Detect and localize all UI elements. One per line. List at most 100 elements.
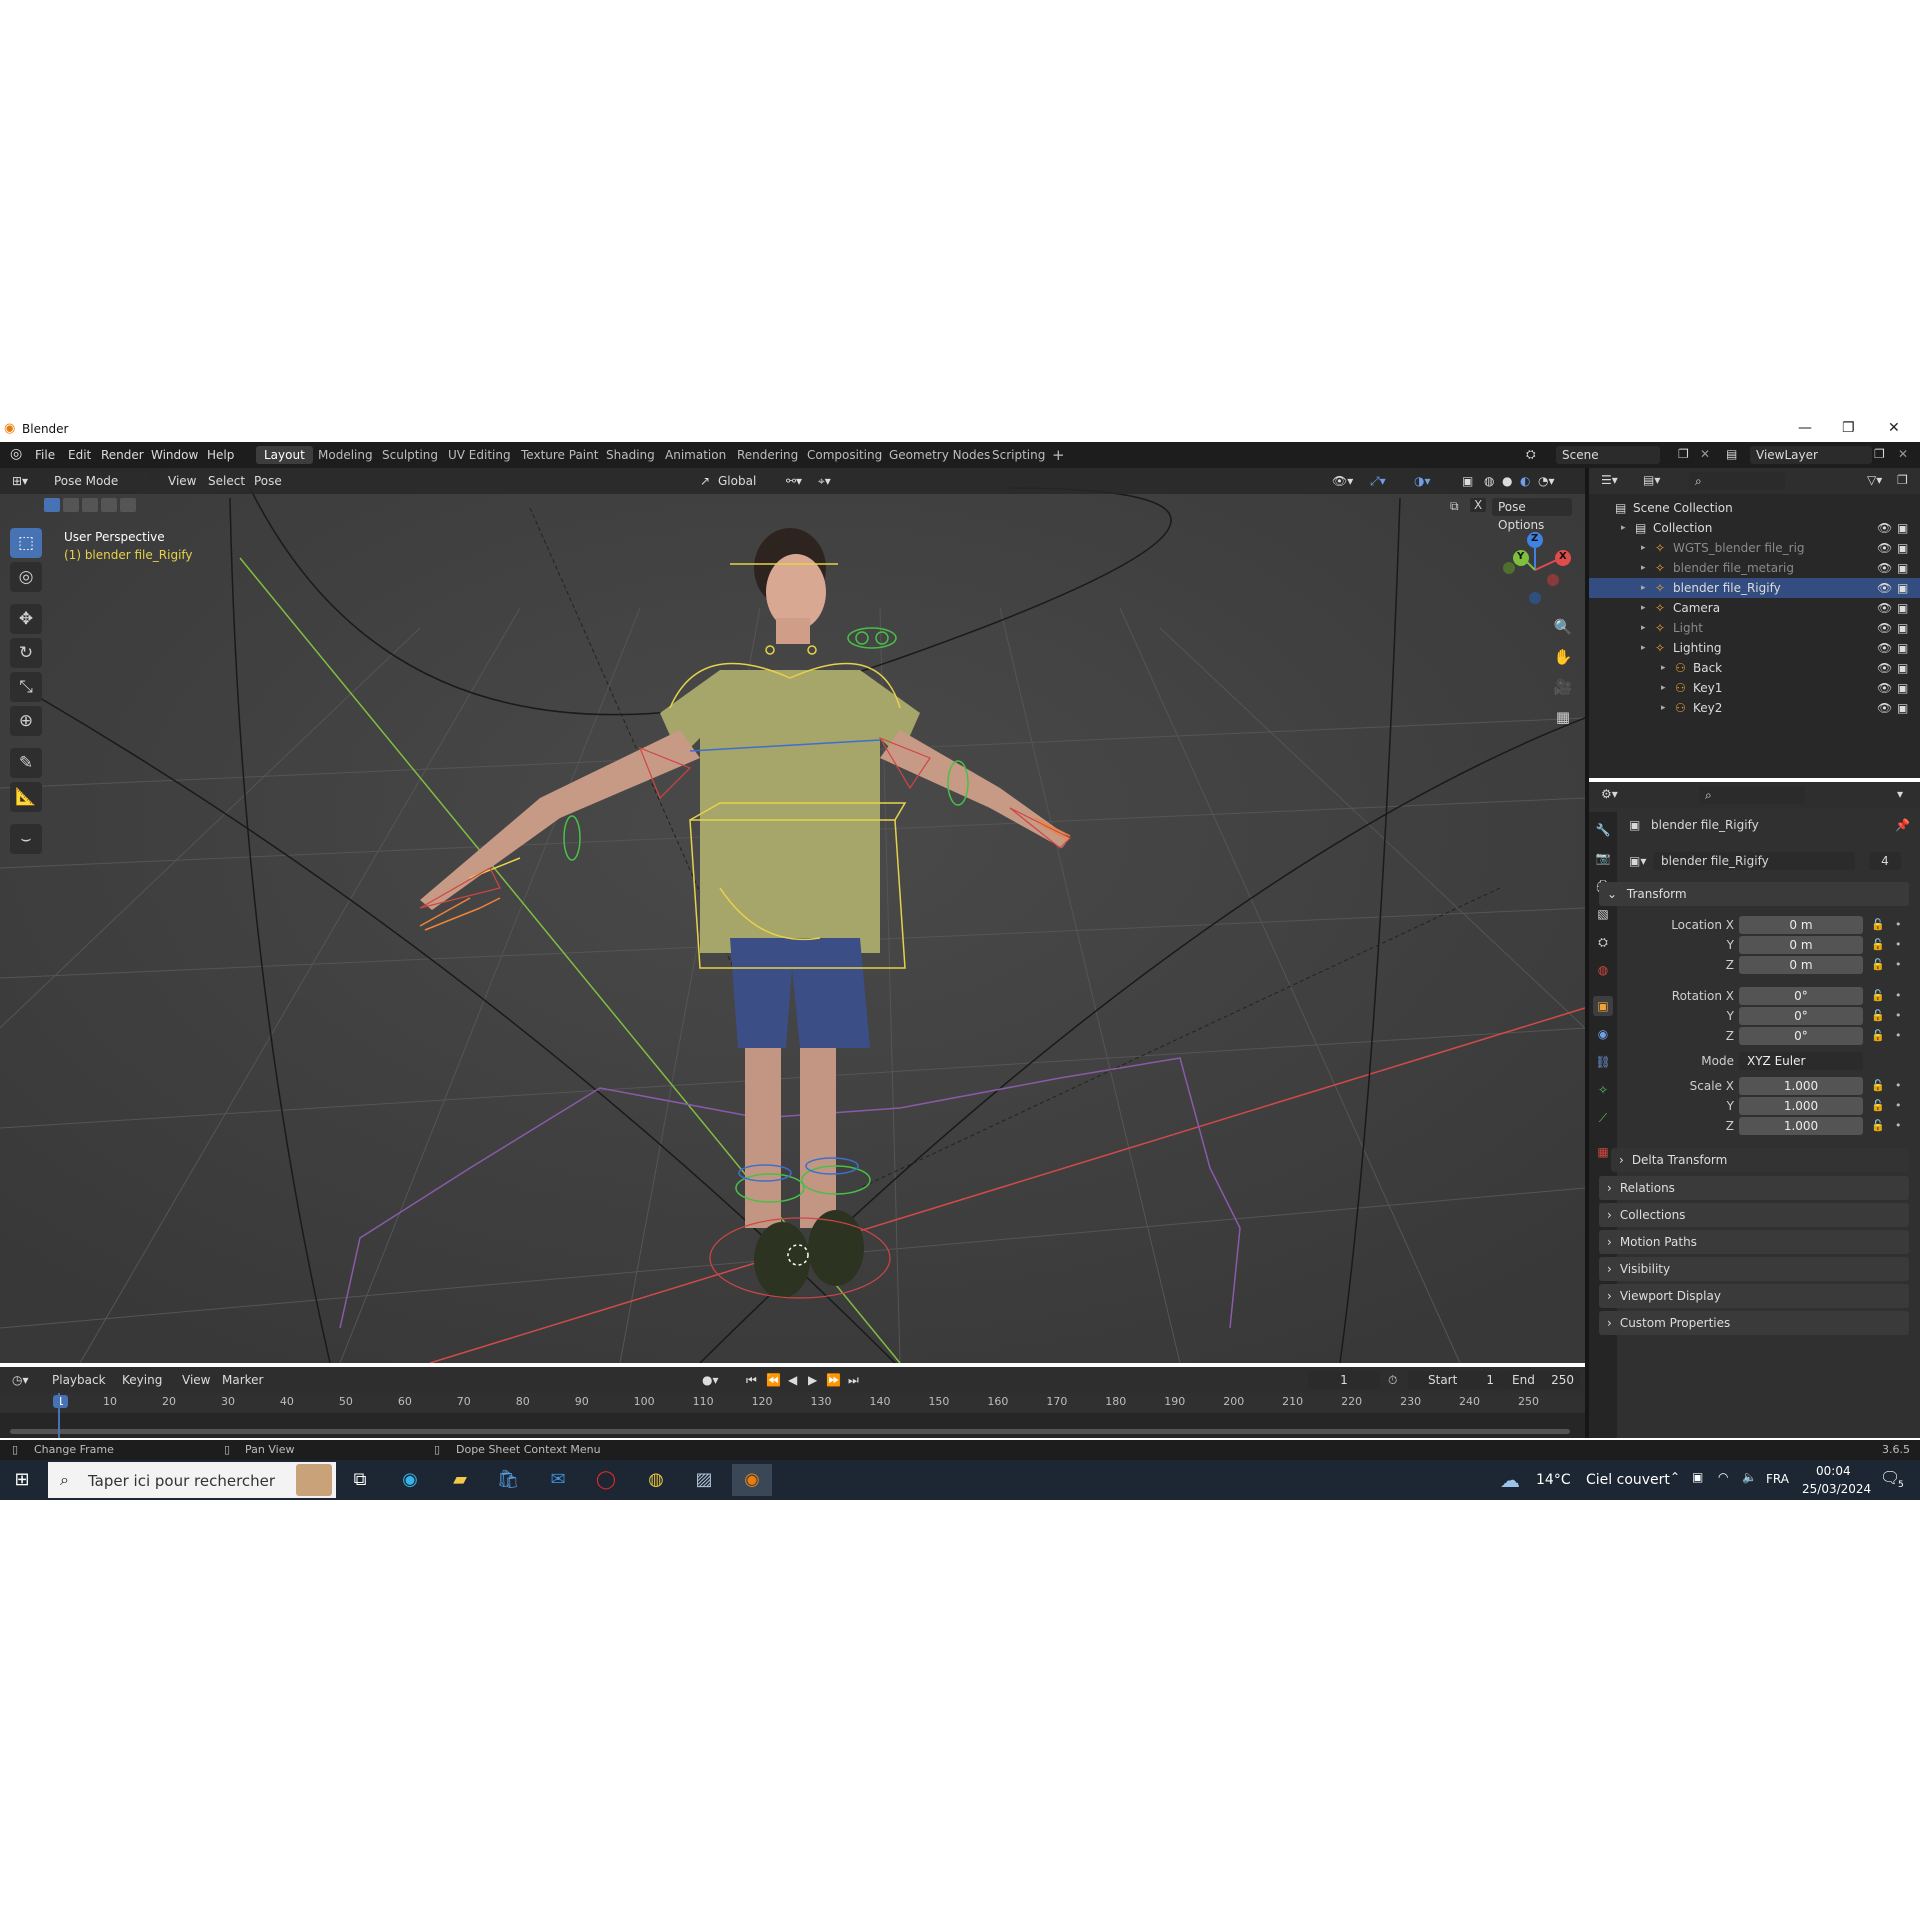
perspective-toggle-icon[interactable]: ▦ bbox=[1550, 704, 1576, 730]
outliner-row[interactable]: ▸ ✧ Camera 👁 ▣ bbox=[1589, 598, 1920, 618]
viewport-menu-select[interactable]: Select bbox=[208, 472, 245, 490]
select-extend-icon[interactable] bbox=[63, 498, 79, 512]
tray-chevron-icon[interactable]: ⌃ bbox=[1670, 1470, 1680, 1484]
chrome-icon[interactable]: ◍ bbox=[636, 1464, 676, 1496]
texture-tab-icon[interactable]: ▦ bbox=[1593, 1142, 1613, 1162]
clock-time[interactable]: 00:04 bbox=[1816, 1464, 1851, 1478]
select-new-icon[interactable] bbox=[44, 498, 60, 512]
expand-arrow-icon[interactable]: ▸ bbox=[1641, 538, 1646, 558]
keyframe-dot-icon[interactable]: • bbox=[1895, 1029, 1902, 1042]
subpanel-header[interactable]: › Relations bbox=[1599, 1176, 1909, 1200]
file-explorer-icon[interactable]: ▰ bbox=[440, 1464, 480, 1496]
keyframe-dot-icon[interactable]: • bbox=[1895, 958, 1902, 971]
visibility-eye-icon[interactable]: 👁 bbox=[1877, 678, 1892, 698]
scale-z-field[interactable]: 1.000 bbox=[1739, 1117, 1863, 1135]
delete-scene-icon[interactable]: ✕ bbox=[1700, 447, 1710, 461]
rotation-y-field[interactable]: 0° bbox=[1739, 1007, 1863, 1025]
outliner-row[interactable]: ▸ ✧ Lighting 👁 ▣ bbox=[1589, 638, 1920, 658]
new-view-layer-icon[interactable]: ❐ bbox=[1874, 447, 1885, 461]
lock-icon[interactable]: 🔓 bbox=[1871, 1079, 1885, 1092]
volume-icon[interactable]: 🔈 bbox=[1742, 1470, 1757, 1484]
render-camera-icon[interactable]: ▣ bbox=[1897, 538, 1908, 558]
outliner-filter-icon[interactable]: ▽▾ bbox=[1867, 473, 1882, 487]
clock-date[interactable]: 25/03/2024 bbox=[1802, 1482, 1871, 1496]
lock-icon[interactable]: 🔓 bbox=[1871, 1119, 1885, 1132]
transform-panel-header[interactable]: ⌄ Transform bbox=[1599, 882, 1909, 906]
keyframe-dot-icon[interactable]: • bbox=[1895, 1009, 1902, 1022]
view-layer-icon[interactable]: ▤ bbox=[1726, 447, 1737, 461]
outliner-row[interactable]: ▸ ✧ blender file_Rigify 👁 ▣ bbox=[1589, 578, 1920, 598]
rotation-x-field[interactable]: 0° bbox=[1739, 987, 1863, 1005]
visibility-eye-icon[interactable]: 👁 bbox=[1877, 558, 1892, 578]
menu-window[interactable]: Window bbox=[151, 448, 198, 462]
subpanel-header[interactable]: › Motion Paths bbox=[1599, 1230, 1909, 1254]
minimize-icon[interactable]: — bbox=[1798, 420, 1812, 436]
keyframe-dot-icon[interactable]: • bbox=[1895, 1119, 1902, 1132]
tab-shading[interactable]: Shading bbox=[598, 446, 663, 464]
lock-icon[interactable]: 🔓 bbox=[1871, 1009, 1885, 1022]
jump-keyframe-back-icon[interactable]: ⏪ bbox=[766, 1371, 781, 1389]
datablock-icon[interactable]: ▣▾ bbox=[1629, 854, 1646, 868]
pivot-point-icon[interactable]: ⚯▾ bbox=[786, 472, 802, 490]
subpanel-header[interactable]: › Viewport Display bbox=[1599, 1284, 1909, 1308]
scale-tool[interactable]: ⤡ bbox=[10, 672, 42, 702]
shading-rendered-icon[interactable]: ◔▾ bbox=[1538, 472, 1555, 490]
scene-tab-icon[interactable]: ⛭ bbox=[1593, 932, 1613, 952]
pin-icon[interactable]: 📌 bbox=[1895, 818, 1910, 832]
frame-ruler[interactable]: 1 10 20 30 40 50 60 70 80 90 100 110 120 130 140 150 160… bbox=[0, 1393, 1585, 1413]
render-camera-icon[interactable]: ▣ bbox=[1897, 638, 1908, 658]
new-scene-icon[interactable]: ❐ bbox=[1678, 447, 1689, 461]
outliner-row[interactable]: ▤ Scene Collection bbox=[1589, 498, 1920, 518]
timeline-scrollbar[interactable] bbox=[10, 1429, 1570, 1434]
location-y-field[interactable]: 0 m bbox=[1739, 936, 1863, 954]
render-camera-icon[interactable]: ▣ bbox=[1897, 698, 1908, 718]
expand-arrow-icon[interactable]: ▸ bbox=[1621, 518, 1626, 538]
mail-icon[interactable]: ✉ bbox=[538, 1464, 578, 1496]
jump-end-icon[interactable]: ⏭ bbox=[848, 1371, 859, 1389]
view-layer-tab-icon[interactable]: ▧ bbox=[1593, 904, 1613, 924]
play-reverse-icon[interactable]: ◀ bbox=[788, 1371, 797, 1389]
blender-taskbar-icon[interactable]: ◉ bbox=[732, 1464, 772, 1496]
tool-tab-icon[interactable]: 🔧 bbox=[1593, 820, 1613, 840]
visibility-eye-icon[interactable]: 👁 bbox=[1877, 658, 1892, 678]
zoom-icon[interactable]: 🔍 bbox=[1550, 614, 1576, 640]
properties-search-input[interactable]: ⌕ bbox=[1699, 786, 1805, 804]
timeline-menu-view[interactable]: View bbox=[182, 1371, 210, 1389]
current-frame-field[interactable]: 1 bbox=[1308, 1371, 1380, 1389]
outliner-row[interactable]: ▸ ✧ blender file_metarig 👁 ▣ bbox=[1589, 558, 1920, 578]
tab-geometry-nodes[interactable]: Geometry Nodes bbox=[881, 446, 998, 464]
taskbar-search[interactable]: ⌕ Taper ici pour rechercher bbox=[48, 1462, 336, 1498]
location-z-field[interactable]: 0 m bbox=[1739, 956, 1863, 974]
outliner-editor-icon[interactable]: ☰▾ bbox=[1601, 473, 1618, 487]
3d-viewport[interactable]: ⊞▾ Pose Mode View Select Pose ↗ Global ⚯… bbox=[0, 468, 1585, 1363]
world-tab-icon[interactable]: ◍ bbox=[1593, 960, 1613, 980]
x-mirror-toggle[interactable]: X bbox=[1470, 498, 1487, 512]
subpanel-header[interactable]: › Delta Transform bbox=[1611, 1148, 1909, 1172]
physics-tab-icon[interactable]: ◉ bbox=[1593, 1024, 1613, 1044]
timeline-menu-marker[interactable]: Marker bbox=[222, 1371, 263, 1389]
new-collection-icon[interactable]: ❐ bbox=[1897, 473, 1908, 487]
lock-icon[interactable]: 🔓 bbox=[1871, 918, 1885, 931]
tab-rendering[interactable]: Rendering bbox=[729, 446, 806, 464]
language-indicator[interactable]: FRA bbox=[1766, 1472, 1789, 1486]
outliner-row[interactable]: ▸ ✧ WGTS_blender file_rig 👁 ▣ bbox=[1589, 538, 1920, 558]
transform-tool[interactable]: ⊕ bbox=[10, 706, 42, 736]
select-intersect-icon[interactable] bbox=[120, 498, 136, 512]
preview-range-icon[interactable]: ⏱ bbox=[1388, 1371, 1397, 1389]
expand-arrow-icon[interactable]: ▸ bbox=[1661, 678, 1666, 698]
visibility-eye-icon[interactable]: 👁 bbox=[1877, 638, 1892, 658]
select-box-tool[interactable]: ⬚ bbox=[10, 528, 42, 558]
location-x-field[interactable]: 0 m bbox=[1739, 916, 1863, 934]
play-icon[interactable]: ▶ bbox=[808, 1371, 817, 1389]
camera-view-icon[interactable]: 🎥 bbox=[1550, 674, 1576, 700]
visibility-eye-icon[interactable]: 👁 bbox=[1877, 698, 1892, 718]
measure-tool[interactable]: 📐 bbox=[10, 782, 42, 812]
tab-layout[interactable]: Layout bbox=[256, 446, 313, 464]
frame-start-field[interactable]: Start 1 bbox=[1408, 1371, 1500, 1389]
menu-edit[interactable]: Edit bbox=[68, 448, 91, 462]
render-camera-icon[interactable]: ▣ bbox=[1897, 558, 1908, 578]
outliner-row[interactable]: ▸ ⚇ Back 👁 ▣ bbox=[1589, 658, 1920, 678]
constraints-tab-icon[interactable]: ⛓ bbox=[1593, 1052, 1613, 1072]
shading-material-icon[interactable]: ◐ bbox=[1520, 472, 1530, 490]
visibility-icon[interactable]: 👁▾ bbox=[1332, 472, 1353, 490]
